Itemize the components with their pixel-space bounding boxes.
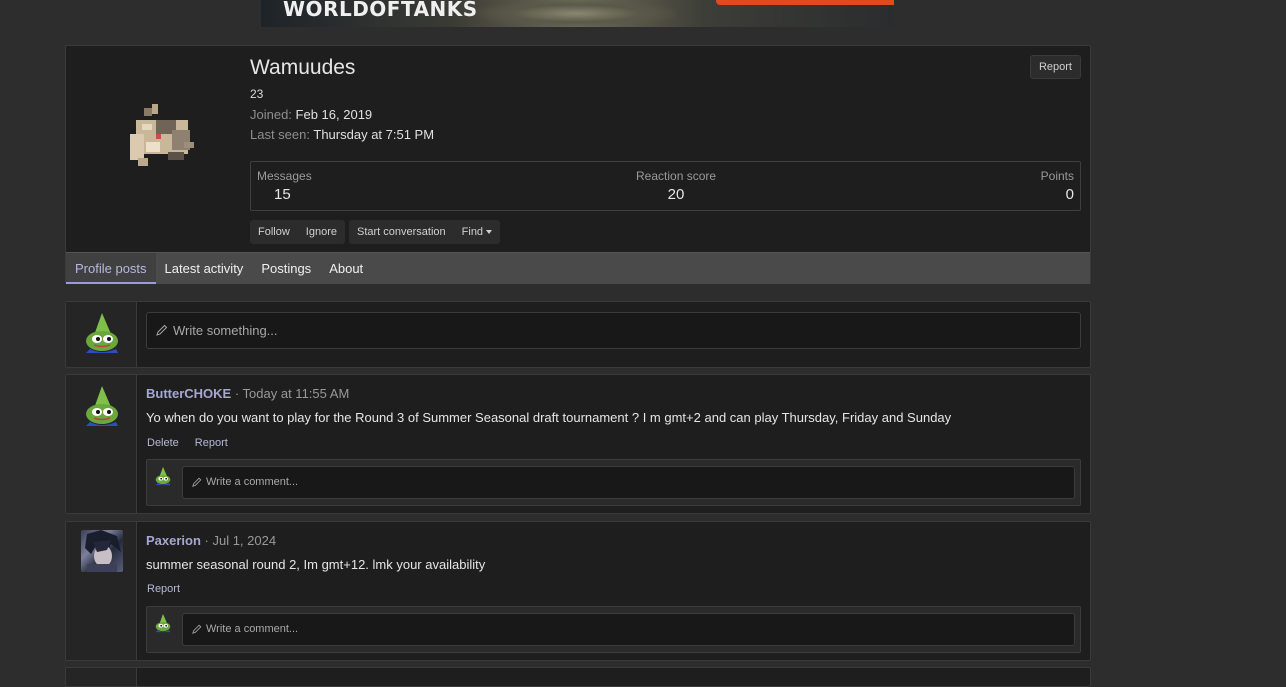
find-menu-button[interactable]: Find (454, 220, 500, 244)
profile-post (65, 667, 1091, 687)
profile-username: Wamuudes (250, 56, 356, 79)
comment-area: Write a comment... (146, 606, 1081, 653)
post-gutter (66, 522, 137, 660)
profile-post: Paxerion · Jul 1, 2024 summer seasonal r… (65, 521, 1091, 661)
author-avatar-art (85, 530, 121, 572)
post-time[interactable]: · Jul 1, 2024 (201, 533, 277, 548)
pencil-icon (192, 624, 202, 634)
tab-postings[interactable]: Postings (252, 253, 320, 284)
stat-messages-label: Messages (257, 169, 312, 183)
stat-reaction-value: 20 (667, 186, 685, 203)
commenter-avatar (155, 466, 171, 486)
profile-avatar[interactable] (116, 94, 206, 184)
profile-post: ButterCHOKE · Today at 11:55 AM Yo when … (65, 374, 1091, 514)
post-body: Yo when do you want to play for the Roun… (146, 410, 952, 425)
profile-joined: Joined: Feb 16, 2019 (250, 107, 372, 122)
current-user-avatar[interactable] (80, 311, 124, 355)
post-body: summer seasonal round 2, Im gmt+12. lmk … (146, 557, 486, 572)
profile-post-composer: Write something... (65, 301, 1091, 368)
tab-latest-activity[interactable]: Latest activity (156, 253, 253, 284)
last-seen-label: Last seen: (250, 127, 310, 142)
post-gutter (66, 668, 137, 686)
post-time[interactable]: · Today at 11:55 AM (231, 386, 349, 401)
post-header: Paxerion · Jul 1, 2024 (146, 533, 276, 548)
joined-label: Joined: (250, 107, 292, 122)
write-comment-placeholder: Write a comment... (206, 623, 299, 635)
pencil-icon (156, 324, 168, 336)
write-comment-input[interactable]: Write a comment... (182, 613, 1075, 646)
author-avatar[interactable] (81, 530, 123, 572)
profile-stats: Messages 15 Reaction score 20 Points 0 (250, 161, 1081, 211)
write-comment-placeholder: Write a comment... (206, 476, 299, 488)
delete-post-link[interactable]: Delete (147, 437, 179, 449)
conversation-find-group: Start conversation Find (349, 220, 501, 244)
pencil-icon (192, 477, 202, 487)
tab-profile-posts[interactable]: Profile posts (66, 253, 156, 284)
post-header: ButterCHOKE · Today at 11:55 AM (146, 386, 349, 401)
stat-points-value: 0 (1065, 186, 1074, 203)
last-seen-value: Thursday at 7:51 PM (313, 127, 435, 142)
post-actions: Delete Report (147, 437, 228, 449)
profile-card: Wamuudes 23 Joined: Feb 16, 2019 Last se… (65, 45, 1091, 284)
stat-messages[interactable]: Messages 15 (257, 169, 312, 203)
write-something-placeholder: Write something... (173, 323, 278, 338)
write-something-input[interactable]: Write something... (146, 312, 1081, 349)
banner-tank-image (476, 0, 676, 27)
banner-cta[interactable] (716, 0, 894, 5)
stat-reaction-label: Reaction score (636, 169, 717, 183)
profile-last-seen: Last seen: Thursday at 7:51 PM (250, 127, 434, 142)
tab-about[interactable]: About (320, 253, 372, 284)
find-label: Find (461, 226, 484, 238)
follow-button[interactable]: Follow (250, 220, 298, 244)
post-actions: Report (147, 583, 180, 595)
commenter-avatar (155, 613, 171, 633)
profile-age: 23 (250, 87, 264, 101)
stat-points-label: Points (1040, 169, 1074, 183)
profile-action-buttons: Follow Ignore Start conversation Find (250, 220, 501, 244)
composer-gutter (66, 302, 137, 367)
banner-brand: WORLDOFTANKS (283, 0, 478, 21)
comment-area: Write a comment... (146, 459, 1081, 506)
post-author[interactable]: Paxerion (146, 533, 201, 548)
start-conversation-button[interactable]: Start conversation (349, 220, 454, 244)
write-comment-input[interactable]: Write a comment... (182, 466, 1075, 499)
joined-value: Feb 16, 2019 (295, 107, 373, 122)
report-profile-button[interactable]: Report (1029, 55, 1081, 79)
ignore-button[interactable]: Ignore (298, 220, 345, 244)
post-author[interactable]: ButterCHOKE (146, 386, 231, 401)
profile-tabs: Profile posts Latest activity Postings A… (66, 252, 1090, 284)
stat-points[interactable]: Points 0 (1041, 169, 1074, 203)
stat-messages-value: 15 (274, 186, 291, 203)
author-avatar[interactable] (80, 384, 124, 428)
caret-down-icon (486, 230, 493, 235)
post-gutter (66, 375, 137, 513)
report-post-link[interactable]: Report (147, 583, 180, 595)
stat-reaction-score: Reaction score 20 (636, 169, 716, 203)
follow-ignore-group: Follow Ignore (250, 220, 345, 244)
report-post-link[interactable]: Report (195, 437, 228, 449)
banner-ad[interactable]: WORLDOFTANKS (261, 0, 894, 27)
